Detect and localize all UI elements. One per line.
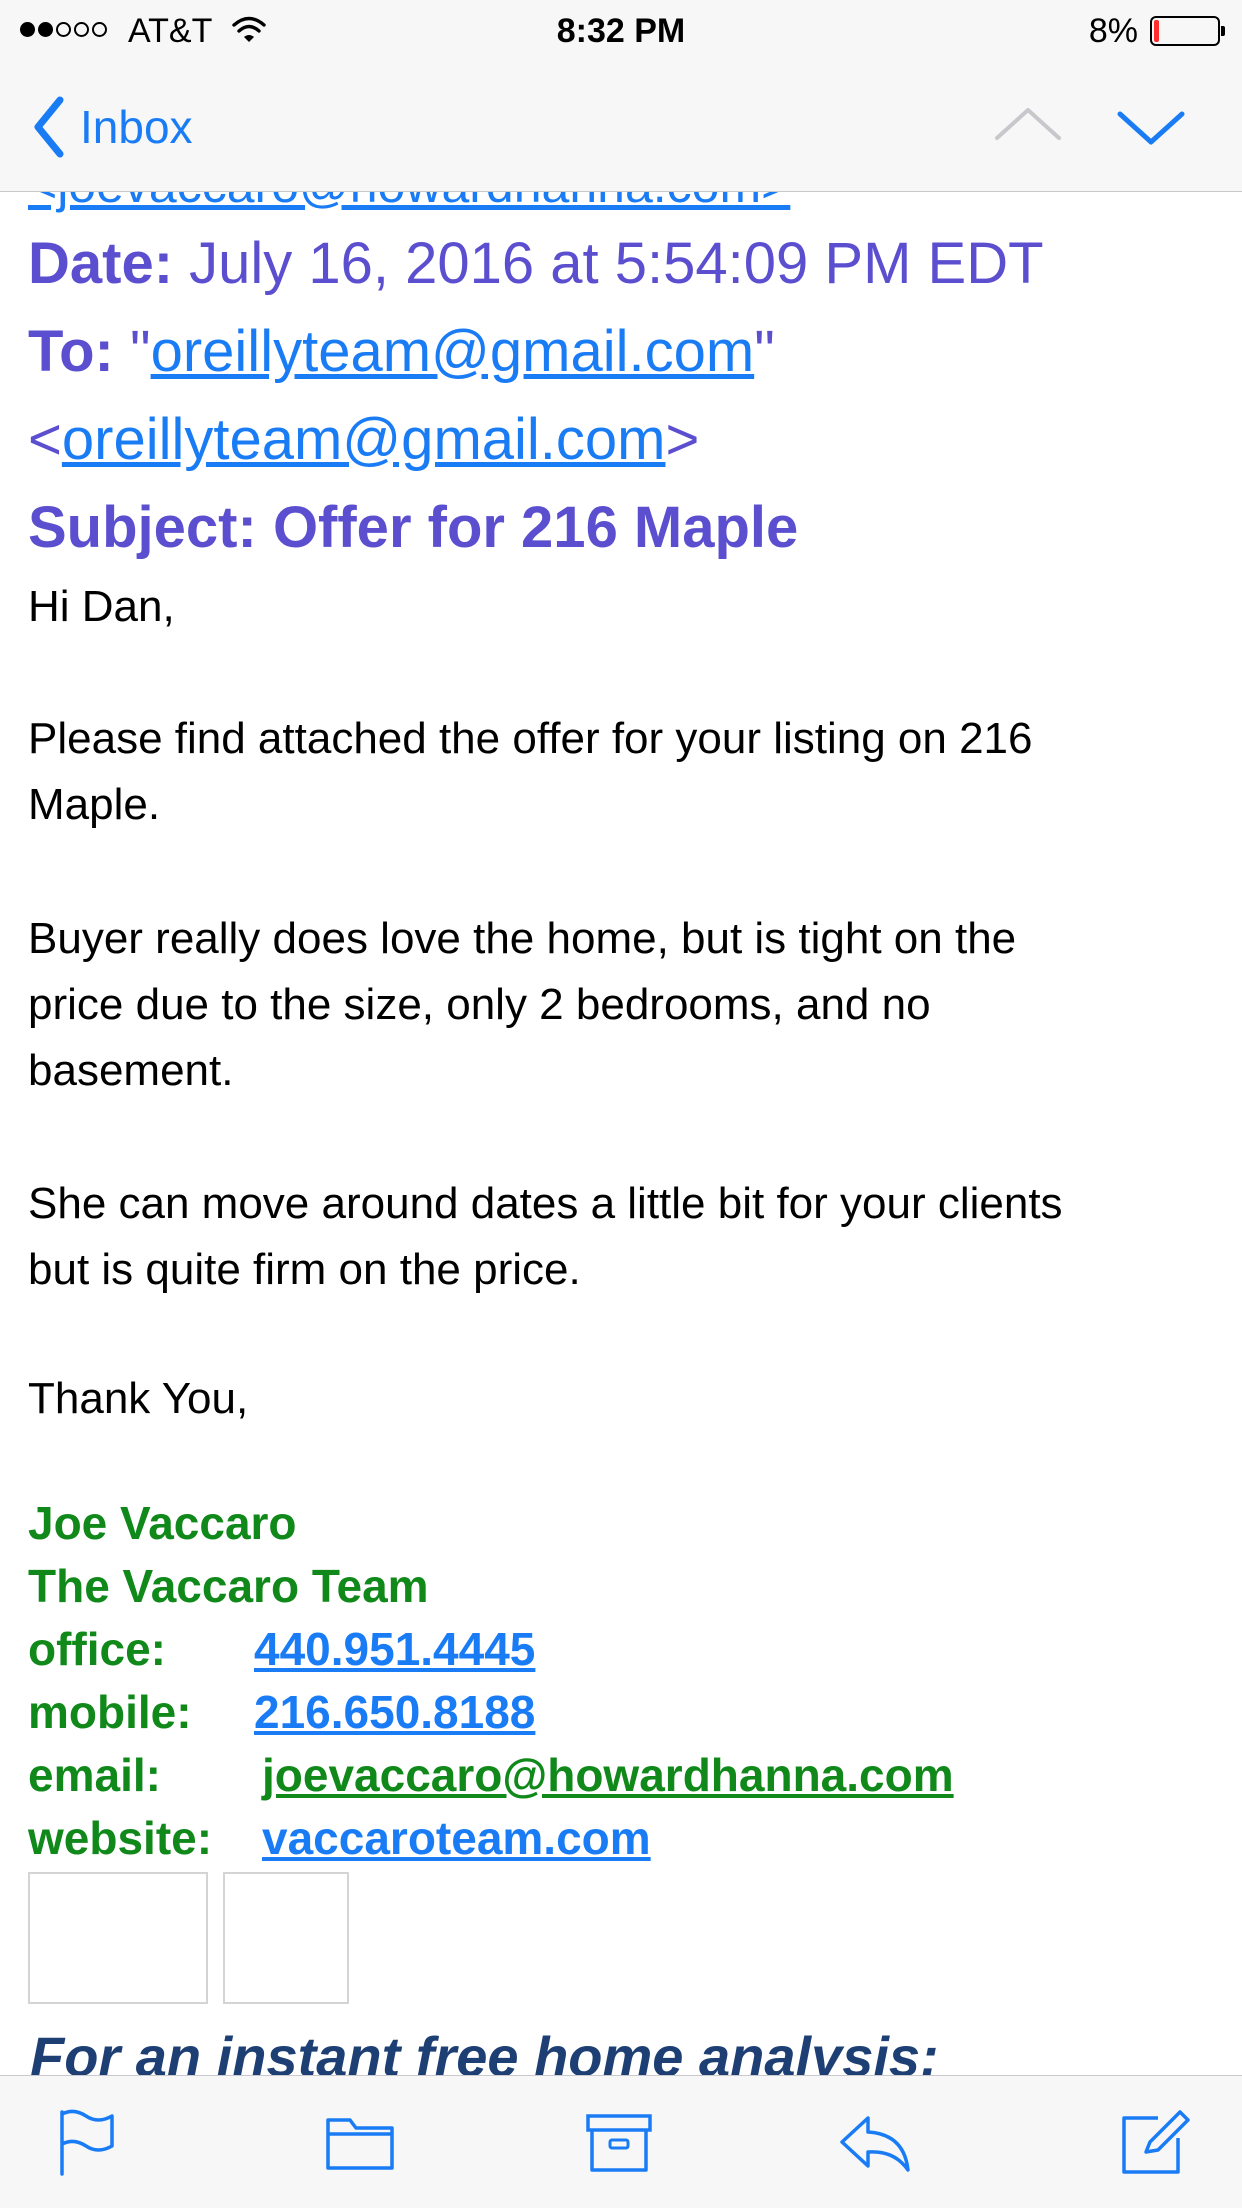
body-line: price due to the size, only 2 bedrooms, … bbox=[28, 980, 931, 1029]
to-quote-open: " bbox=[130, 319, 151, 384]
navigation-bar: Inbox bbox=[0, 62, 1242, 192]
body-line: She can move around dates a little bit f… bbox=[28, 1179, 1063, 1228]
signature-website: website: vaccaroteam.com bbox=[28, 1811, 651, 1865]
date-label: Date: bbox=[28, 231, 174, 296]
office-phone-link[interactable]: 440.951.4445 bbox=[254, 1622, 535, 1676]
previous-message-button[interactable] bbox=[993, 98, 1063, 158]
mobile-label: mobile: bbox=[28, 1686, 192, 1738]
body-line: Buyer really does love the home, but is … bbox=[28, 914, 1017, 963]
date-header: Date: July 16, 2016 at 5:54:09 PM EDT bbox=[28, 230, 1044, 297]
compose-icon[interactable] bbox=[1118, 2106, 1194, 2178]
body-line: Please find attached the offer for your … bbox=[28, 714, 1033, 763]
to-address-line: <oreillyteam@gmail.com> bbox=[28, 406, 699, 473]
to-address-link[interactable]: oreillyteam@gmail.com bbox=[62, 407, 666, 472]
mobile-phone-link[interactable]: 216.650.8188 bbox=[254, 1685, 535, 1739]
archive-icon[interactable] bbox=[582, 2106, 658, 2178]
body-line: basement. bbox=[28, 1046, 234, 1095]
body-greeting: Hi Dan, bbox=[28, 582, 175, 631]
subject-header: Subject: Offer for 216 Maple bbox=[28, 494, 798, 561]
battery-level bbox=[1154, 20, 1160, 42]
body-signoff: Thank You, bbox=[28, 1374, 249, 1423]
signature-mobile: mobile: 216.650.8188 bbox=[28, 1685, 535, 1739]
back-to-inbox-button[interactable]: Inbox bbox=[30, 92, 193, 162]
email-content[interactable]: < joevaccaro@howardhanna.com > Date: July … bbox=[0, 150, 1242, 2075]
reply-icon[interactable] bbox=[838, 2106, 914, 2178]
status-time: 8:32 PM bbox=[556, 12, 686, 50]
to-angle-close: > bbox=[665, 407, 700, 472]
to-quote-close: " bbox=[754, 319, 775, 384]
email-label: email: bbox=[28, 1749, 161, 1801]
promo-text: For an instant free home analysis: bbox=[30, 2025, 939, 2075]
body-line: Maple. bbox=[28, 780, 161, 829]
website-label: website: bbox=[28, 1812, 213, 1864]
bottom-toolbar bbox=[0, 2075, 1242, 2208]
signature-email: email: joevaccaro@howardhanna.com bbox=[28, 1748, 954, 1802]
signature-name: Joe Vaccaro bbox=[28, 1497, 297, 1549]
website-link[interactable]: vaccaroteam.com bbox=[262, 1811, 651, 1865]
subject-value: Offer for 216 Maple bbox=[272, 495, 799, 560]
status-bar: AT&T 8:32 PM 8% bbox=[0, 0, 1242, 62]
back-label: Inbox bbox=[80, 101, 193, 153]
folder-icon[interactable] bbox=[322, 2106, 398, 2178]
to-name-link[interactable]: oreillyteam@gmail.com bbox=[151, 319, 755, 384]
subject-label: Subject: bbox=[28, 495, 257, 560]
signature-office: office: 440.951.4445 bbox=[28, 1622, 535, 1676]
next-message-button[interactable] bbox=[1116, 98, 1186, 158]
signature-image-placeholder[interactable] bbox=[223, 1872, 349, 2004]
to-header: To: "oreillyteam@gmail.com" bbox=[28, 318, 775, 385]
signature-image-placeholder[interactable] bbox=[28, 1872, 208, 2004]
office-label: office: bbox=[28, 1623, 166, 1675]
signature-team: The Vaccaro Team bbox=[28, 1560, 429, 1612]
signature-email-link[interactable]: joevaccaro@howardhanna.com bbox=[262, 1748, 954, 1802]
battery-percent: 8% bbox=[1088, 12, 1138, 50]
to-label: To: bbox=[28, 319, 114, 384]
chevron-left-icon bbox=[34, 96, 64, 158]
to-angle-open: < bbox=[28, 407, 62, 472]
battery-icon bbox=[1150, 16, 1225, 46]
body-line: but is quite firm on the price. bbox=[28, 1245, 581, 1294]
date-value: July 16, 2016 at 5:54:09 PM EDT bbox=[189, 231, 1044, 296]
flag-icon[interactable] bbox=[50, 2106, 126, 2178]
